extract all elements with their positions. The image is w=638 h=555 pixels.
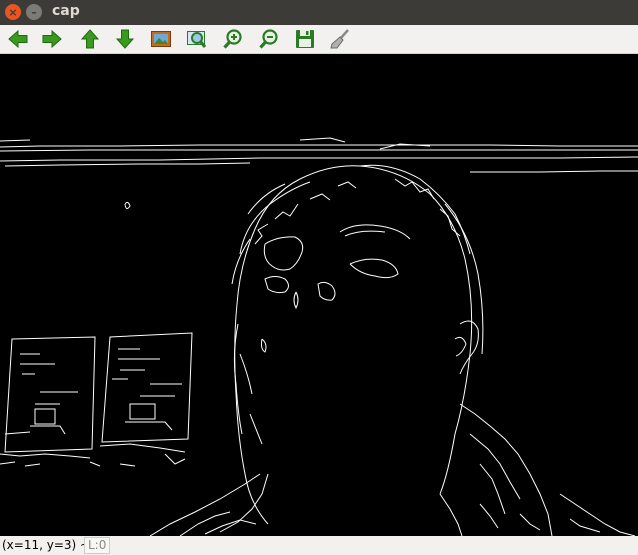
- arrow-down-icon: [115, 29, 135, 49]
- save-button[interactable]: [293, 27, 317, 51]
- close-icon: ×: [8, 5, 18, 19]
- arrow-up-icon: [80, 29, 100, 49]
- floppy-disk-icon: [296, 30, 314, 48]
- zoom-image-icon: [187, 31, 207, 48]
- level-indicator: L:0: [84, 537, 111, 554]
- image-viewport[interactable]: [0, 54, 638, 536]
- image-icon: [151, 31, 171, 47]
- cursor-coordinates: (x=11, y=3) ~: [2, 538, 91, 552]
- edge-detection-image: [0, 137, 638, 536]
- pan-right-button[interactable]: [40, 27, 64, 51]
- status-bar: (x=11, y=3) ~ L:0: [0, 536, 638, 555]
- minimize-button[interactable]: –: [26, 4, 42, 20]
- properties-button[interactable]: [328, 27, 352, 51]
- window-title: cap: [52, 3, 80, 19]
- title-bar: × – cap: [0, 0, 638, 25]
- pan-left-button[interactable]: [6, 27, 30, 51]
- zoom-in-icon: [223, 29, 242, 49]
- arrow-right-icon: [42, 29, 62, 49]
- zoom-out-icon: [259, 29, 278, 49]
- zoom-fit-button[interactable]: [149, 27, 173, 51]
- pan-down-button[interactable]: [113, 27, 137, 51]
- zoom-out-button[interactable]: [257, 27, 281, 51]
- minimize-icon: –: [31, 5, 37, 19]
- close-button[interactable]: ×: [5, 4, 21, 20]
- brush-icon: [330, 29, 349, 49]
- arrow-left-icon: [8, 29, 28, 49]
- app-window: × – cap (x=11, y=3) ~ L:0: [0, 0, 638, 555]
- zoom-in-button[interactable]: [221, 27, 245, 51]
- zoom-original-button[interactable]: [185, 27, 209, 51]
- pan-up-button[interactable]: [78, 27, 102, 51]
- toolbar: [0, 25, 638, 54]
